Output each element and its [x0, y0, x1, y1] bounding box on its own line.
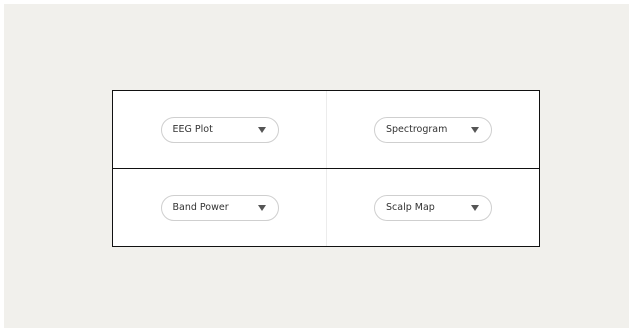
dropdown-selected-value: EEG Plot [172, 124, 213, 135]
dropdown-selected-value: Scalp Map [386, 202, 435, 213]
triangle-down-icon [471, 126, 479, 133]
panel-bottom-right: Scalp Map [326, 169, 539, 246]
workspace-background: EEG Plot Spectrogram Band Power Scalp Ma… [4, 4, 629, 328]
panel-bottom-left: Band Power [113, 169, 326, 246]
triangle-down-icon [257, 204, 266, 211]
panel-view-dropdown-spectrogram[interactable]: Spectrogram [374, 116, 492, 143]
panel-top-right: Spectrogram [326, 91, 539, 168]
panel-view-dropdown-eeg-plot[interactable]: EEG Plot [160, 116, 279, 143]
panel-grid: EEG Plot Spectrogram Band Power Scalp Ma… [112, 90, 540, 247]
panel-view-dropdown-band-power[interactable]: Band Power [160, 194, 279, 221]
triangle-down-icon [257, 126, 266, 133]
panel-view-dropdown-scalp-map[interactable]: Scalp Map [374, 194, 492, 221]
dropdown-selected-value: Spectrogram [386, 124, 448, 135]
panel-top-left: EEG Plot [113, 91, 326, 168]
triangle-down-icon [471, 204, 479, 211]
dropdown-selected-value: Band Power [172, 202, 229, 213]
